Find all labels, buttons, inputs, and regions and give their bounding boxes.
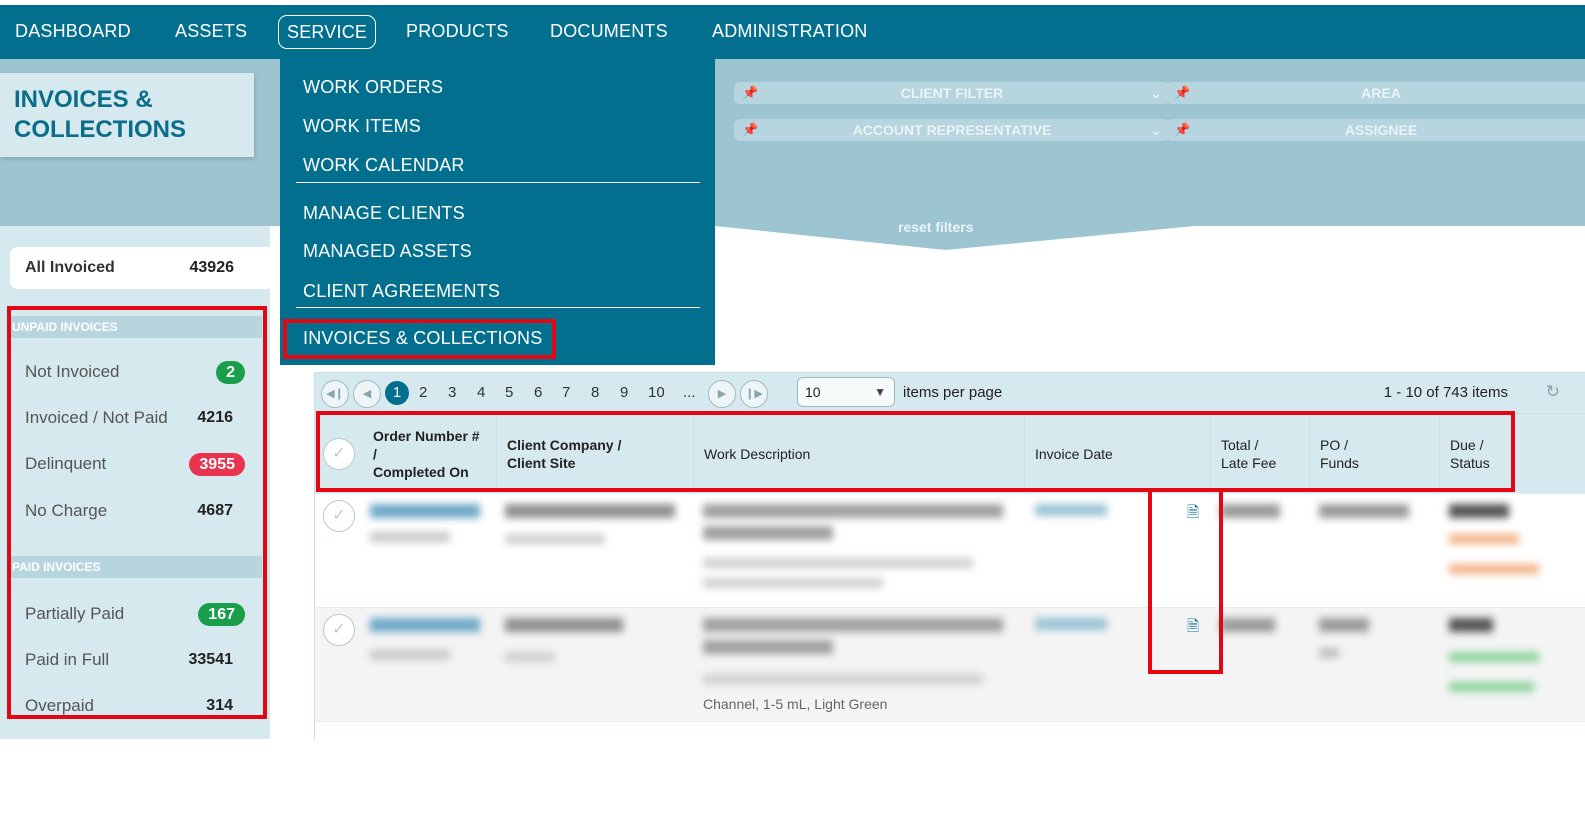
blurred-work-title — [703, 526, 833, 540]
top-navigation-bar: DASHBOARD ASSETS SERVICE PRODUCTS DOCUME… — [0, 5, 1585, 59]
menu-separator — [296, 182, 700, 183]
sidebar-item-label: All Invoiced — [25, 259, 115, 276]
sidebar-item-all-invoiced[interactable]: All Invoiced 43926 — [10, 247, 270, 289]
page-3-button[interactable]: 3 — [448, 384, 456, 401]
nav-administration[interactable]: ADMINISTRATION — [712, 15, 867, 49]
blurred-invoice-date[interactable] — [1035, 504, 1107, 516]
menu-item-work-calendar[interactable]: WORK CALENDAR — [303, 155, 465, 176]
blurred-total — [1220, 504, 1280, 518]
blurred-status — [1449, 564, 1539, 574]
blurred-client-company — [505, 618, 623, 632]
nav-assets[interactable]: ASSETS — [175, 15, 247, 49]
pager: ◀❙ ◀ 1 2 3 4 5 6 7 8 9 10 ... ▶ ❙▶ 10 ▼ … — [315, 373, 1585, 413]
blurred-client-site — [505, 652, 555, 662]
page-9-button[interactable]: 9 — [620, 384, 628, 401]
page-7-button[interactable]: 7 — [562, 384, 570, 401]
blurred-total — [1220, 618, 1275, 632]
page-10-button[interactable]: 10 — [648, 384, 665, 401]
items-per-page-select[interactable]: 10 ▼ — [797, 377, 895, 407]
blurred-po — [1319, 618, 1369, 632]
pin-icon[interactable]: 📌 — [742, 82, 758, 104]
blurred-status — [1449, 652, 1539, 662]
sidebar-item-count: 43926 — [189, 259, 235, 276]
blurred-client-site — [505, 534, 605, 544]
page-title-card: INVOICES & COLLECTIONS — [0, 73, 254, 157]
table-row[interactable]: ✓ 🗎 — [315, 493, 1585, 607]
first-page-button[interactable]: ◀❙ — [321, 380, 349, 408]
items-range: 1 - 10 of 743 items — [1383, 384, 1508, 401]
nav-service[interactable]: SERVICE — [278, 15, 377, 49]
items-per-page-value: 10 — [805, 384, 821, 400]
page-5-button[interactable]: 5 — [505, 384, 513, 401]
blurred-work-title — [703, 618, 1003, 632]
blurred-work-detail — [703, 558, 973, 568]
chevron-down-icon: ⌄ — [1150, 122, 1162, 138]
last-page-button[interactable]: ❙▶ — [740, 380, 768, 408]
blurred-status — [1449, 682, 1534, 692]
area-filter-select[interactable]: 📌 AREA — [1166, 82, 1585, 104]
menu-item-work-items[interactable]: WORK ITEMS — [303, 116, 421, 137]
client-filter-select[interactable]: 📌 CLIENT FILTER ⌄ — [734, 82, 1170, 104]
chevron-down-icon: ⌄ — [1150, 85, 1162, 101]
highlight-box-table-header — [316, 411, 1515, 492]
page-title: INVOICES & COLLECTIONS — [14, 85, 186, 145]
filters-panel: 📌 CLIENT FILTER ⌄ 📌 AREA 📌 ACCOUNT REPRE… — [715, 59, 1585, 226]
highlight-box-document-icons — [1148, 488, 1223, 674]
nav-dashboard[interactable]: DASHBOARD — [15, 15, 131, 49]
page-8-button[interactable]: 8 — [591, 384, 599, 401]
next-page-button[interactable]: ▶ — [708, 380, 736, 408]
row-select-checkbox[interactable]: ✓ — [323, 614, 355, 646]
nav-products[interactable]: PRODUCTS — [406, 15, 509, 49]
assignee-filter-label: ASSIGNEE — [1344, 122, 1418, 138]
area-filter-label: AREA — [1361, 85, 1401, 101]
highlight-box-sidebar — [7, 306, 267, 719]
blurred-work-detail — [703, 674, 983, 684]
account-rep-filter-select[interactable]: 📌 ACCOUNT REPRESENTATIVE ⌄ — [734, 119, 1170, 141]
menu-item-work-orders[interactable]: WORK ORDERS — [303, 77, 443, 98]
pin-icon[interactable]: 📌 — [1174, 82, 1190, 104]
blurred-client-company — [505, 504, 675, 518]
page-title-line-1: INVOICES & — [14, 86, 153, 113]
client-filter-label: CLIENT FILTER — [900, 85, 1004, 101]
blurred-work-title — [703, 504, 1003, 518]
items-per-page-label: items per page — [903, 384, 1003, 401]
assignee-filter-select[interactable]: 📌 ASSIGNEE — [1166, 119, 1585, 141]
blurred-work-title — [703, 640, 833, 654]
blurred-order-number[interactable] — [370, 504, 480, 518]
row-select-checkbox[interactable]: ✓ — [323, 500, 355, 532]
blurred-completed-date — [370, 532, 450, 542]
blurred-po — [1319, 504, 1409, 518]
page-1-button[interactable]: 1 — [385, 381, 409, 405]
dropdown-arrow-icon: ▼ — [874, 385, 886, 399]
blurred-status — [1449, 534, 1519, 544]
prev-page-button[interactable]: ◀ — [353, 380, 381, 408]
refresh-icon[interactable]: ↻ — [1546, 382, 1560, 402]
blurred-invoice-date[interactable] — [1035, 618, 1107, 630]
page-4-button[interactable]: 4 — [477, 384, 485, 401]
pin-icon[interactable]: 📌 — [1174, 119, 1190, 141]
blurred-work-detail — [703, 578, 883, 588]
menu-separator — [296, 307, 700, 308]
nav-documents[interactable]: DOCUMENTS — [550, 15, 668, 49]
blurred-due — [1449, 618, 1493, 632]
work-description-text: Channel, 1-5 mL, Light Green — [703, 696, 888, 712]
reset-filters-link[interactable]: reset filters — [898, 219, 973, 235]
menu-item-manage-clients[interactable]: MANAGE CLIENTS — [303, 203, 465, 224]
menu-item-managed-assets[interactable]: MANAGED ASSETS — [303, 241, 472, 262]
menu-item-client-agreements[interactable]: CLIENT AGREEMENTS — [303, 281, 500, 302]
highlight-box-menu-item — [283, 319, 556, 359]
more-pages-button[interactable]: ... — [683, 384, 696, 401]
pin-icon[interactable]: 📌 — [742, 119, 758, 141]
page-2-button[interactable]: 2 — [419, 384, 427, 401]
account-rep-filter-label: ACCOUNT REPRESENTATIVE — [852, 122, 1052, 138]
blurred-order-number[interactable] — [370, 618, 480, 632]
table-row[interactable] — [315, 721, 1585, 835]
page-title-line-2: COLLECTIONS — [14, 116, 186, 143]
blurred-completed-date — [370, 650, 450, 660]
table-row[interactable]: ✓ Channel, 1-5 mL, Light Green 🗎 — [315, 607, 1585, 721]
blurred-funds — [1319, 648, 1339, 658]
blurred-due — [1449, 504, 1509, 518]
page-6-button[interactable]: 6 — [534, 384, 542, 401]
